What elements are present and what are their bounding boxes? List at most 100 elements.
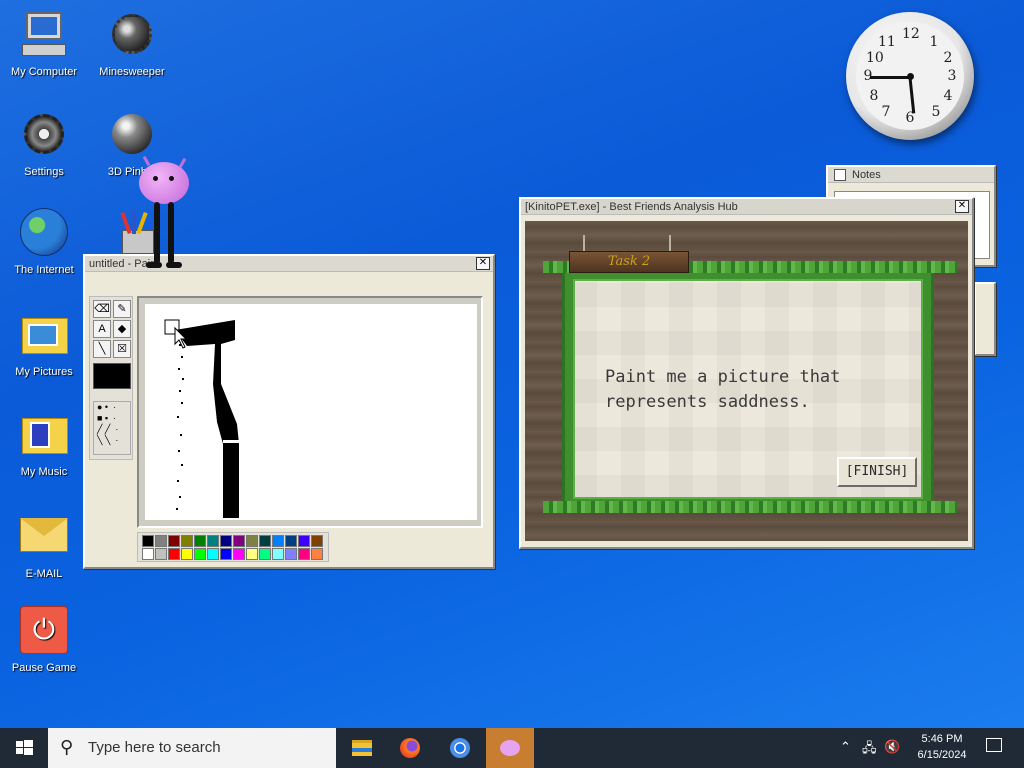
color-palette[interactable]	[137, 532, 329, 562]
text-tool-icon[interactable]: A	[93, 320, 111, 338]
task-prompt: Paint me a picture that represents saddn…	[605, 367, 841, 412]
desktop-icon-label: The Internet	[14, 264, 74, 276]
taskbar: ⚲ Type here to search ⌃ 🖧 🔇 5:46 PM 6/15…	[0, 728, 1024, 768]
palette-swatch[interactable]	[155, 548, 167, 560]
firefox-icon[interactable]	[386, 728, 434, 768]
clock-time[interactable]: 5:46 PM	[914, 733, 970, 745]
clock-hour-hand	[870, 76, 910, 79]
network-icon[interactable]: 🖧	[862, 739, 877, 761]
palette-swatch[interactable]	[142, 548, 154, 560]
file-explorer-icon[interactable]	[338, 728, 386, 768]
palette-swatch[interactable]	[285, 548, 297, 560]
volume-muted-icon[interactable]: 🔇	[884, 739, 900, 755]
desktop-icon-label: My Music	[20, 466, 68, 478]
paint-icon	[106, 208, 158, 260]
envelope-icon	[18, 512, 70, 564]
gear-icon	[18, 110, 70, 162]
pet-leg-left	[154, 202, 160, 264]
paint-close-button[interactable]: ✕	[476, 257, 490, 270]
palette-swatch[interactable]	[194, 535, 206, 547]
palette-swatch[interactable]	[246, 548, 258, 560]
palette-swatch[interactable]	[220, 548, 232, 560]
clock-number: 4	[943, 88, 953, 104]
desktop-icon-my-pictures[interactable]: My Pictures	[4, 310, 84, 378]
palette-swatch[interactable]	[259, 548, 271, 560]
music-folder-icon	[18, 410, 70, 462]
clear-tool-icon[interactable]: ☒	[113, 340, 131, 358]
palette-swatch[interactable]	[220, 535, 232, 547]
palette-swatch[interactable]	[233, 535, 245, 547]
clock-number: 8	[869, 88, 879, 104]
palette-swatch[interactable]	[168, 548, 180, 560]
pencil-tool-icon[interactable]: ✎	[113, 300, 131, 318]
clock-date[interactable]: 6/15/2024	[910, 749, 974, 761]
desktop-icon-label: Settings	[24, 166, 64, 178]
palette-swatch[interactable]	[272, 548, 284, 560]
hub-close-button[interactable]: ✕	[955, 200, 969, 213]
desktop-icon-the-internet[interactable]: The Internet	[4, 208, 84, 276]
task-sign: Task 2	[569, 251, 689, 273]
kinito-icon[interactable]	[486, 728, 534, 768]
paint-window[interactable]: untitled - Paint ✕ ⌫ ✎ A ◆ ╲ ☒ ● • · ■ ▪ …	[83, 254, 495, 569]
clock-number: 5	[931, 104, 941, 120]
palette-swatch[interactable]	[207, 535, 219, 547]
kinito-hub-window[interactable]: [KinitoPET.exe] - Best Friends Analysis …	[519, 197, 974, 549]
desktop-icon-e-mail[interactable]: E-MAIL	[4, 512, 84, 580]
globe-icon	[18, 208, 70, 260]
desktop-icon-label: My Computer	[10, 66, 78, 78]
eraser-tool-icon[interactable]: ⌫	[93, 300, 111, 318]
palette-swatch[interactable]	[194, 548, 206, 560]
palette-swatch[interactable]	[207, 548, 219, 560]
clock-number: 3	[947, 68, 957, 84]
brush-size-options[interactable]: ● • · ■ ▪ · ╱ ╱ · ╲ ╲ ·	[93, 401, 131, 455]
clock-face: 12 1 2 3 4 5 6 7 8 9 10 11	[856, 22, 964, 130]
palette-swatch[interactable]	[311, 548, 323, 560]
notes-window-secondary[interactable]	[974, 282, 996, 356]
pet-antenna-right	[178, 157, 187, 169]
palette-swatch[interactable]	[259, 535, 271, 547]
desktop-icon-label: My Pictures	[15, 366, 73, 378]
desktop-icon-minesweeper[interactable]: Minesweeper	[92, 10, 172, 78]
notes-icon	[834, 169, 846, 181]
desktop-icon-pause-game[interactable]: ⏻ Pause Game	[4, 606, 84, 674]
palette-swatch[interactable]	[298, 535, 310, 547]
fill-tool-icon[interactable]: ◆	[113, 320, 131, 338]
desktop-icon-label: E-MAIL	[25, 568, 63, 580]
palette-swatch[interactable]	[168, 535, 180, 547]
taskbar-search[interactable]: ⚲ Type here to search	[48, 728, 336, 768]
power-icon: ⏻	[18, 606, 70, 658]
line-tool-icon[interactable]: ╲	[93, 340, 111, 358]
desktop-icon-settings[interactable]: Settings	[4, 110, 84, 178]
desktop-icon-label: Pause Game	[11, 662, 77, 674]
finish-button[interactable]: [FINISH]	[837, 457, 917, 487]
desktop-icon-my-music[interactable]: My Music	[4, 410, 84, 478]
palette-swatch[interactable]	[142, 535, 154, 547]
clock-minute-hand	[908, 77, 916, 114]
desktop-icon-my-computer[interactable]: My Computer	[4, 10, 84, 78]
paint-toolbox: ⌫ ✎ A ◆ ╲ ☒ ● • · ■ ▪ · ╱ ╱ · ╲ ╲ ·	[89, 296, 133, 460]
clock-number: 2	[943, 50, 953, 66]
palette-swatch[interactable]	[181, 535, 193, 547]
clock-number: 7	[881, 104, 891, 120]
palette-swatch[interactable]	[298, 548, 310, 560]
pet-eye-left	[153, 176, 158, 181]
current-color-swatch	[93, 363, 131, 389]
notification-icon[interactable]	[986, 738, 1002, 752]
system-tray: ⌃ 🖧 🔇 5:46 PM 6/15/2024	[824, 728, 1024, 768]
chevron-up-icon[interactable]: ⌃	[840, 739, 851, 755]
clock-number: 6	[905, 110, 915, 126]
pictures-folder-icon	[18, 310, 70, 362]
chrome-icon[interactable]	[436, 728, 484, 768]
clock-number: 11	[878, 34, 896, 50]
palette-swatch[interactable]	[155, 535, 167, 547]
clock-number: 12	[902, 26, 920, 42]
clock-number: 1	[929, 34, 939, 50]
palette-swatch[interactable]	[285, 535, 297, 547]
start-button[interactable]	[0, 728, 48, 768]
paint-canvas[interactable]	[145, 304, 477, 520]
palette-swatch[interactable]	[272, 535, 284, 547]
palette-swatch[interactable]	[311, 535, 323, 547]
palette-swatch[interactable]	[233, 548, 245, 560]
palette-swatch[interactable]	[246, 535, 258, 547]
palette-swatch[interactable]	[181, 548, 193, 560]
